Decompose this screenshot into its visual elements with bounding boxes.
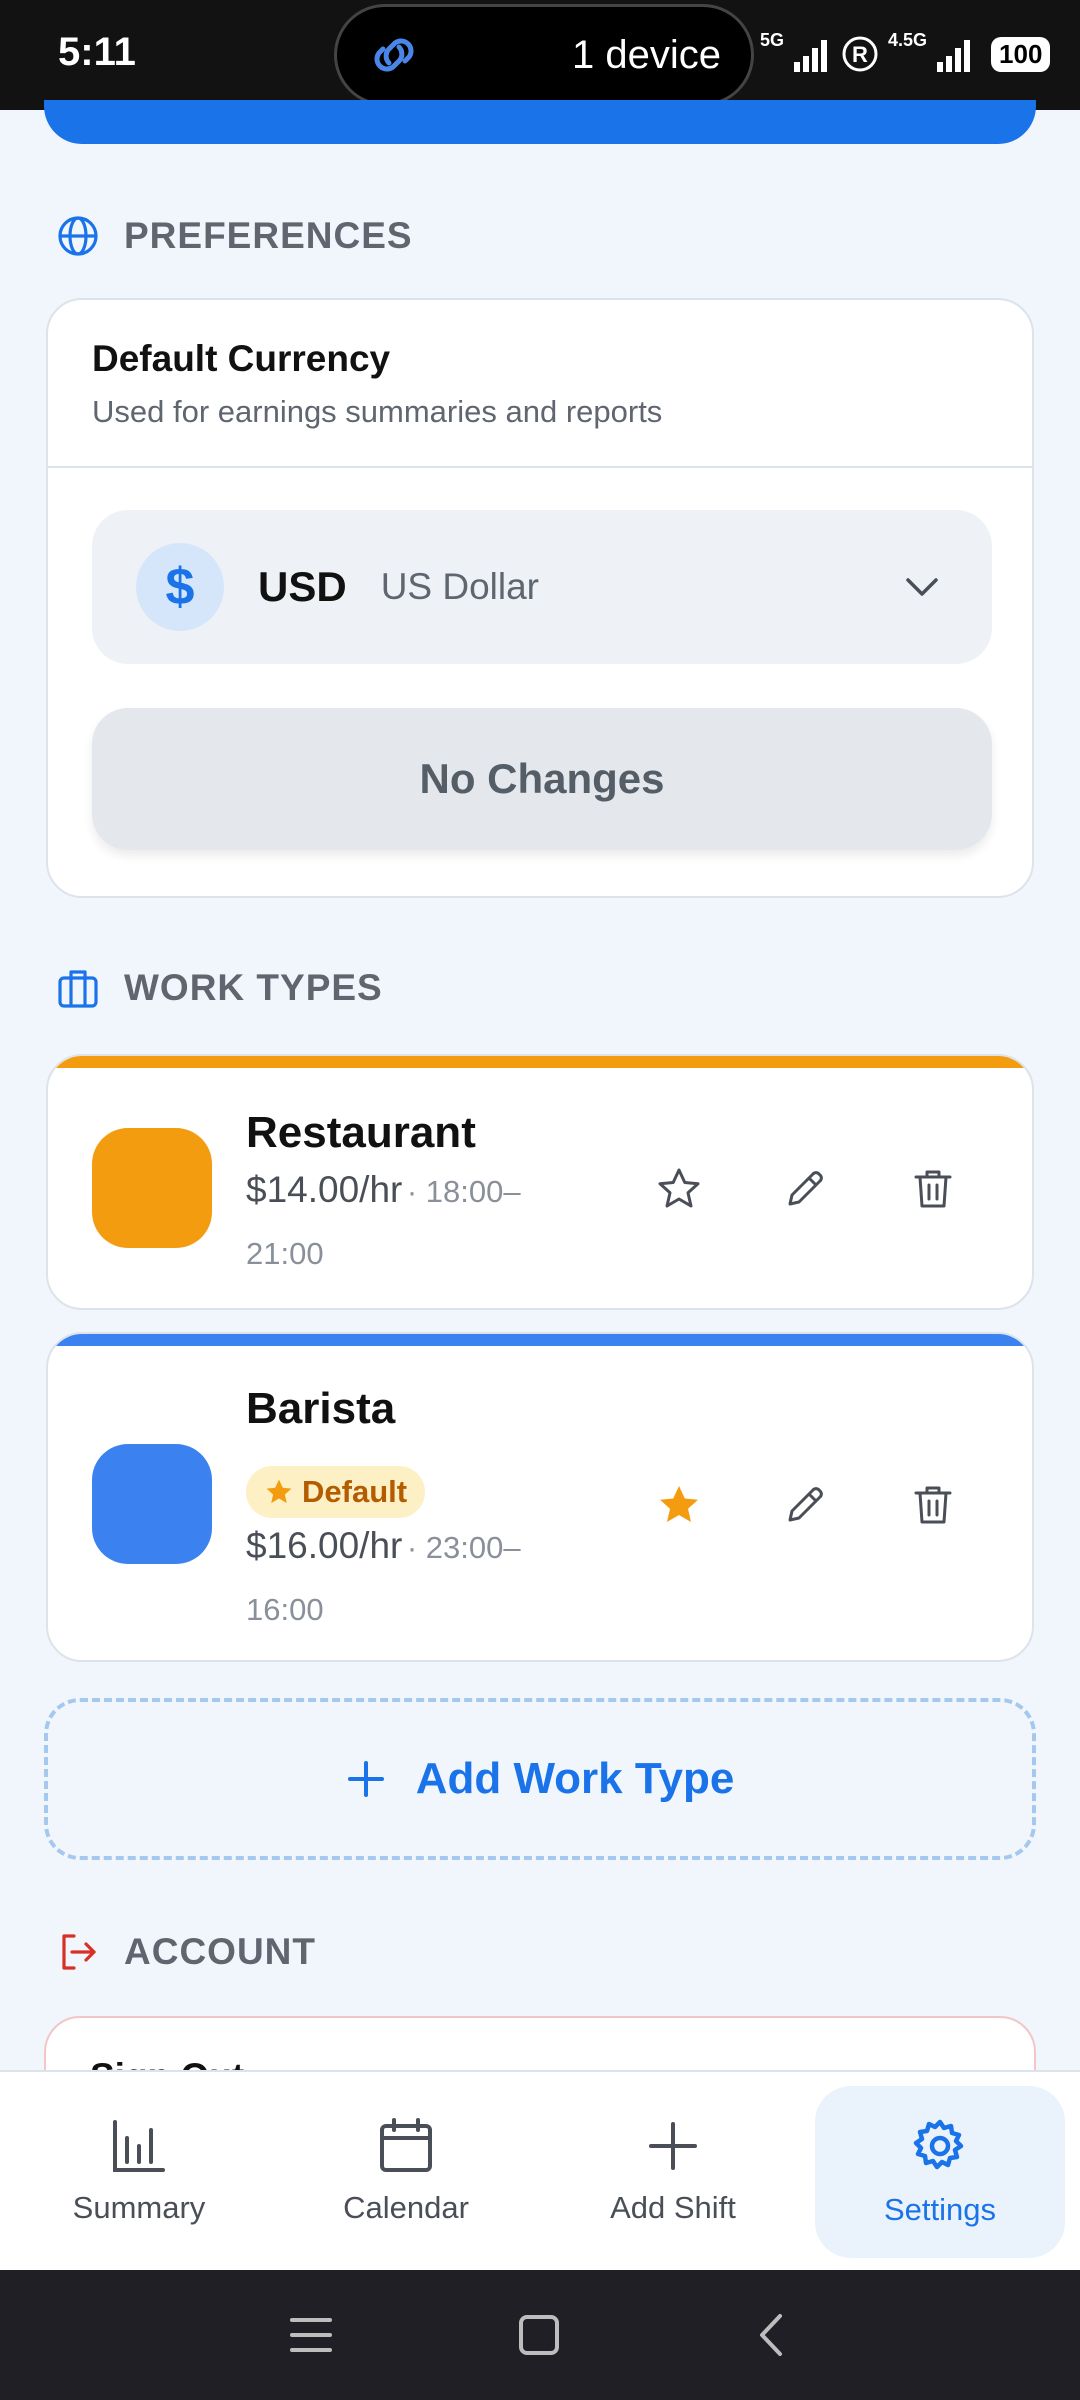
bottom-navigation: Summary Calendar Add Shift Settings <box>0 2070 1080 2270</box>
edit-button[interactable] <box>770 1154 840 1224</box>
nav-summary-label: Summary <box>72 2190 206 2225</box>
home-icon[interactable] <box>516 2310 562 2360</box>
nav-add-shift-label: Add Shift <box>610 2190 736 2225</box>
default-badge-wrap: Default <box>246 1466 426 1518</box>
roaming-label: R <box>852 42 868 67</box>
delete-button[interactable] <box>898 1154 968 1224</box>
work-type-time-start: · 18:00– <box>406 1174 521 1209</box>
dollar-icon: $ <box>136 543 224 631</box>
work-type-rate: $16.00/hr <box>246 1525 403 1566</box>
trash-icon <box>914 1170 952 1208</box>
work-type-color-bar <box>48 1334 1032 1346</box>
signal-icon <box>794 40 828 72</box>
nav-add-shift[interactable]: Add Shift <box>548 2086 798 2258</box>
star-filled-icon <box>660 1486 698 1522</box>
set-default-button[interactable] <box>644 1470 714 1540</box>
trash-icon <box>914 1486 952 1524</box>
default-badge: Default <box>246 1466 426 1518</box>
status-icons: 5G R 4.5G 100 <box>760 28 1051 80</box>
calendar-icon <box>380 2118 432 2172</box>
status-time: 5:11 <box>58 30 136 74</box>
pencil-icon <box>788 1171 823 1206</box>
currency-title: Default Currency <box>92 338 391 379</box>
account-header: ACCOUNT <box>56 1930 316 1974</box>
globe-icon <box>58 216 98 256</box>
network-45g-label: 4.5G <box>888 29 928 50</box>
work-type-card-restaurant[interactable]: Restaurant $14.00/hr · 18:00– 21:00 <box>46 1054 1034 1310</box>
connection-pill[interactable]: 1 device <box>334 4 754 106</box>
preferences-header: PREFERENCES <box>56 214 413 258</box>
add-work-type-label: Add Work Type <box>415 1754 735 1803</box>
link-icon <box>374 38 414 72</box>
pencil-icon <box>788 1487 823 1522</box>
work-type-rate: $14.00/hr <box>246 1169 403 1210</box>
star-outline-icon <box>658 1168 700 1208</box>
currency-code: USD <box>258 563 347 610</box>
nav-settings-label: Settings <box>883 2192 996 2227</box>
status-bar: 5:11 1 device 5G R 4.5G 100 <box>0 0 1080 110</box>
work-type-swatch <box>92 1444 212 1564</box>
add-work-type-button[interactable]: Add Work Type <box>44 1698 1036 1860</box>
work-type-time-start: · 23:00– <box>406 1530 521 1565</box>
logout-icon <box>62 1934 96 1970</box>
back-icon[interactable] <box>748 2310 794 2360</box>
work-type-color-bar <box>48 1056 1032 1068</box>
device-count: 1 device <box>572 33 721 77</box>
work-type-name: Restaurant <box>246 1108 476 1157</box>
work-type-time-end: 21:00 <box>246 1236 324 1271</box>
work-type-name: Barista <box>246 1384 396 1433</box>
work-type-card-barista[interactable]: Barista Default $16.00/hr · 23:00– 16:00 <box>46 1332 1034 1662</box>
currency-name: US Dollar <box>380 566 540 607</box>
save-currency-button[interactable]: No Changes <box>92 708 992 850</box>
briefcase-icon <box>58 970 98 1008</box>
menu-icon[interactable] <box>288 2310 334 2360</box>
default-badge-label: Default <box>302 1474 408 1509</box>
signal-icon-2 <box>937 40 971 72</box>
delete-button[interactable] <box>898 1470 968 1540</box>
work-type-details: $16.00/hr · 23:00– 16:00 <box>246 1518 586 1644</box>
nav-summary[interactable]: Summary <box>14 2086 264 2258</box>
header-card-edge <box>44 100 1036 144</box>
currency-subtitle: Used for earnings summaries and reports <box>92 394 663 429</box>
system-navigation-bar <box>0 2270 1080 2400</box>
chevron-down-icon <box>906 578 938 596</box>
currency-card: Default Currency Used for earnings summa… <box>46 298 1034 898</box>
plus-icon <box>347 1761 384 1797</box>
currency-select[interactable]: $ USD US Dollar <box>92 510 992 664</box>
work-type-details: $14.00/hr · 18:00– 21:00 <box>246 1162 586 1288</box>
star-filled-icon <box>266 1479 292 1504</box>
battery-indicator: 100 <box>991 36 1051 72</box>
account-title: ACCOUNT <box>124 1931 316 1972</box>
network-5g-label: 5G <box>760 29 785 50</box>
nav-settings[interactable]: Settings <box>815 2086 1065 2258</box>
edit-button[interactable] <box>770 1470 840 1540</box>
nav-calendar[interactable]: Calendar <box>281 2086 531 2258</box>
work-types-header: WORK TYPES <box>56 966 383 1010</box>
bar-chart-icon <box>113 2120 165 2172</box>
work-type-swatch <box>92 1128 212 1248</box>
plus-icon <box>649 2122 697 2170</box>
set-default-button[interactable] <box>644 1154 714 1224</box>
roaming-icon: R <box>842 36 878 72</box>
work-types-title: WORK TYPES <box>124 967 383 1008</box>
work-type-time-end: 16:00 <box>246 1592 324 1627</box>
preferences-title: PREFERENCES <box>124 215 413 256</box>
nav-calendar-label: Calendar <box>343 2190 469 2225</box>
gear-icon <box>913 2119 964 2170</box>
currency-card-header: Default Currency Used for earnings summa… <box>48 300 1032 468</box>
